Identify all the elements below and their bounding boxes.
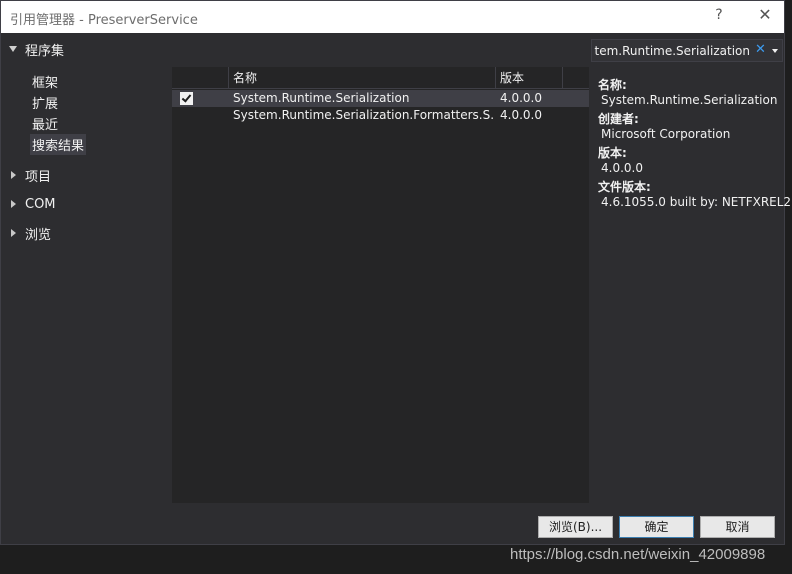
row-checkbox[interactable] (180, 92, 193, 105)
cancel-button[interactable]: 取消 (700, 516, 775, 538)
details-panel: 名称: System.Runtime.Serialization 创建者: Mi… (591, 67, 791, 503)
nav-group-projects-label: 项目 (25, 169, 52, 185)
nav-item-extensions[interactable]: 扩展 (32, 93, 58, 112)
detail-file-version-key: 文件版本: (598, 180, 651, 194)
reference-list: 名称 版本 System.Runtime.Serialization 4.0.0… (172, 67, 589, 503)
row-version: 4.0.0.0 (500, 91, 542, 105)
search-box: ✕ (591, 39, 783, 62)
nav-group-browse[interactable]: 浏览 (9, 223, 51, 243)
collapsed-triangle-icon (11, 229, 16, 237)
detail-name-value: System.Runtime.Serialization (601, 93, 778, 107)
list-header: 名称 版本 (172, 67, 589, 89)
nav-item-framework[interactable]: 框架 (32, 72, 58, 91)
reference-manager-window: 引用管理器 - PreserverService ? ✕ 程序集 框架 扩展 最… (0, 0, 791, 545)
row-name: System.Runtime.Serialization (233, 91, 410, 105)
category-nav: 程序集 框架 扩展 最近 搜索结果 项目 COM 浏览 (1, 33, 171, 503)
close-button[interactable]: ✕ (753, 5, 777, 24)
detail-creator-key: 创建者: (598, 112, 639, 126)
table-row[interactable]: System.Runtime.Serialization.Formatters.… (172, 107, 589, 124)
table-row[interactable]: System.Runtime.Serialization 4.0.0.0 (172, 90, 589, 107)
window-title: 引用管理器 - PreserverService (10, 13, 198, 28)
column-header-version[interactable]: 版本 (495, 67, 563, 89)
nav-group-projects[interactable]: 项目 (9, 165, 51, 185)
nav-group-com[interactable]: COM (9, 194, 56, 214)
browse-button[interactable]: 浏览(B)... (538, 516, 613, 538)
collapsed-triangle-icon (11, 200, 16, 208)
chevron-down-icon[interactable] (772, 49, 778, 53)
detail-name-key: 名称: (598, 78, 627, 92)
nav-group-assemblies[interactable]: 程序集 (9, 39, 64, 59)
column-header-name[interactable]: 名称 (228, 67, 495, 89)
nav-item-recent[interactable]: 最近 (32, 114, 58, 133)
nav-item-search-results[interactable]: 搜索结果 (30, 134, 87, 155)
close-icon[interactable]: ✕ (755, 42, 766, 57)
detail-version-value: 4.0.0.0 (601, 161, 643, 175)
checkmark-icon (181, 92, 192, 103)
ok-button[interactable]: 确定 (619, 516, 694, 538)
detail-version-key: 版本: (598, 146, 627, 160)
expanded-triangle-icon (9, 46, 17, 52)
detail-creator-value: Microsoft Corporation (601, 127, 731, 141)
nav-group-browse-label: 浏览 (25, 227, 52, 243)
search-input[interactable] (594, 42, 750, 59)
nav-group-com-label: COM (25, 196, 56, 212)
watermark: https://blog.csdn.net/weixin_42009898 (510, 546, 766, 563)
nav-group-assemblies-label: 程序集 (25, 43, 65, 59)
row-version: 4.0.0.0 (500, 108, 542, 122)
row-name: System.Runtime.Serialization.Formatters.… (233, 108, 493, 122)
help-button[interactable]: ? (709, 7, 729, 23)
detail-file-version-value: 4.6.1055.0 built by: NETFXREL2 (601, 195, 792, 209)
collapsed-triangle-icon (11, 171, 16, 179)
title-bar: 引用管理器 - PreserverService ? ✕ (1, 1, 784, 33)
